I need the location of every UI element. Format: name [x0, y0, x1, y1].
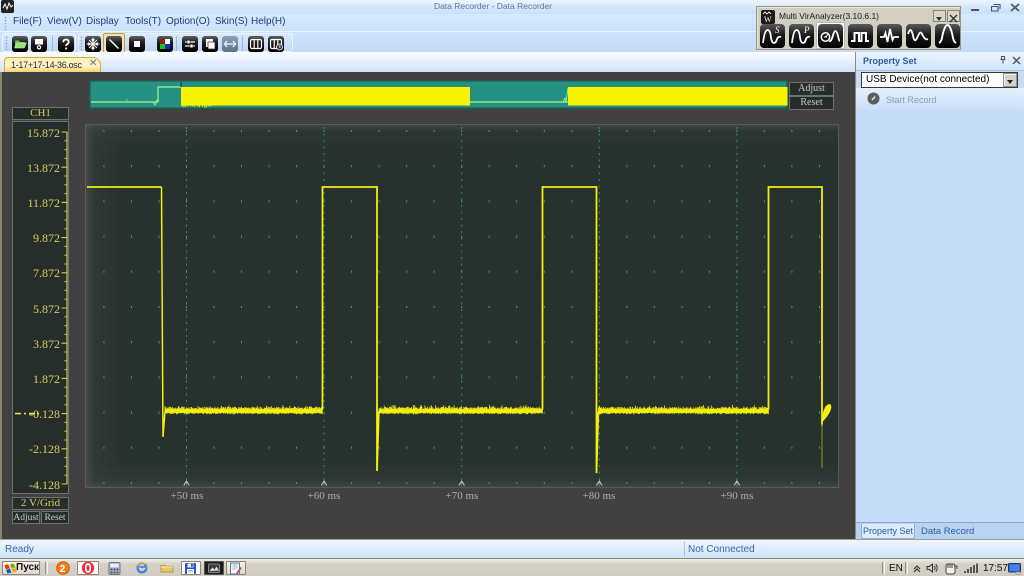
svg-text:P: P: [803, 25, 810, 35]
svg-text:2: 2: [60, 564, 66, 575]
svg-text:S: S: [775, 25, 780, 35]
svg-text:W: W: [764, 15, 772, 24]
